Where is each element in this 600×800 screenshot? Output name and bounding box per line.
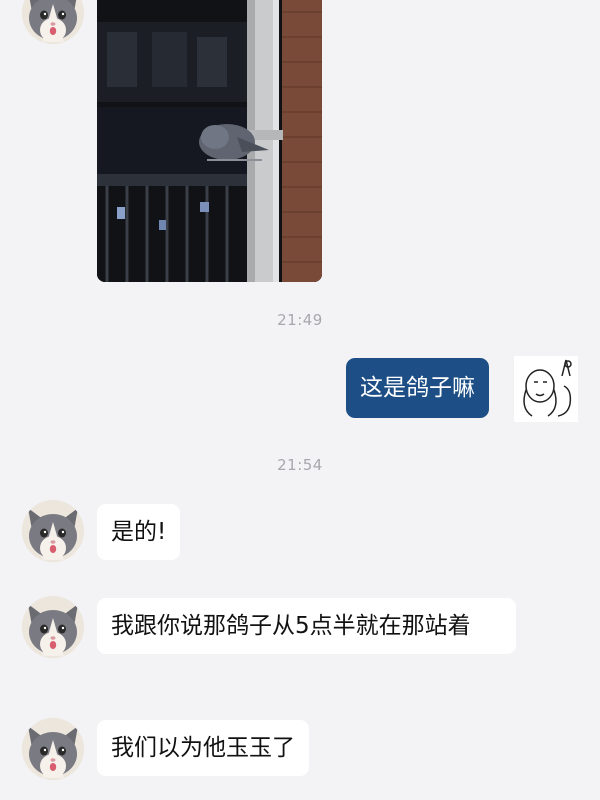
pigeon-photo [97, 0, 322, 282]
timestamp: 21:49 [277, 311, 323, 329]
image-message-pigeon[interactable] [97, 0, 322, 282]
timestamp: 21:54 [277, 456, 323, 474]
meme-face-avatar-icon[interactable] [514, 356, 578, 422]
cat-avatar-icon[interactable] [22, 0, 84, 44]
cat-avatar-icon[interactable] [22, 718, 84, 780]
cat-avatar-icon[interactable] [22, 500, 84, 562]
cat-avatar-icon[interactable] [22, 596, 84, 658]
incoming-message-bubble[interactable]: 我跟你说那鸽子从5点半就在那站着 [97, 598, 516, 654]
incoming-message-bubble[interactable]: 是的! [97, 504, 181, 560]
outgoing-message-bubble[interactable]: 这是鸽子嘛 [346, 358, 489, 418]
incoming-message-bubble[interactable]: 我们以为他玉玉了 [97, 720, 309, 776]
